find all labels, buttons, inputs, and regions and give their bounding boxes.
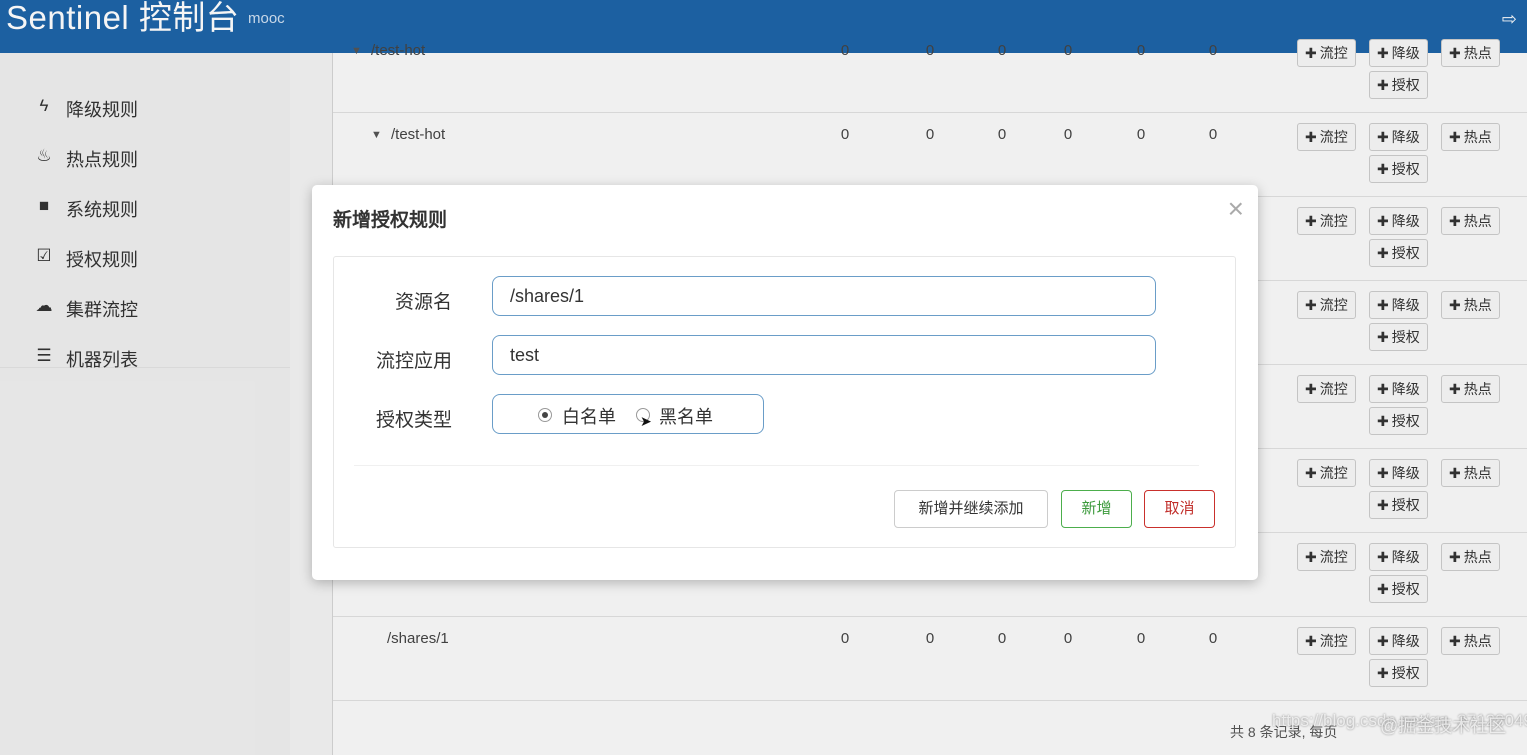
add-and-continue-button[interactable]: 新增并继续添加 [894,490,1048,528]
cancel-button[interactable]: 取消 [1144,490,1215,528]
whitelist-label[interactable]: 白名单 [562,403,616,429]
auth-type-label: 授权类型 [375,410,452,431]
close-icon[interactable]: × [1228,195,1244,223]
whitelist-radio[interactable] [538,408,552,422]
form-divider [354,465,1199,466]
app-input[interactable]: test [492,335,1156,375]
form-panel: 资源名 /shares/1 流控应用 test 授权类型 白名单 黑名单 ➤ 新… [333,256,1236,548]
resource-input[interactable]: /shares/1 [492,276,1156,316]
mouse-cursor-icon: ➤ [640,413,652,429]
add-button[interactable]: 新增 [1061,490,1132,528]
dialog-title: 新增授权规则 [333,210,448,231]
blacklist-label[interactable]: 黑名单 [659,403,713,429]
auth-type-radio-group: 白名单 黑名单 [492,394,764,434]
resource-label: 资源名 [394,292,452,313]
app-label: 流控应用 [375,351,452,372]
add-auth-rule-dialog: 新增授权规则 × 资源名 /shares/1 流控应用 test 授权类型 白名… [312,185,1258,580]
